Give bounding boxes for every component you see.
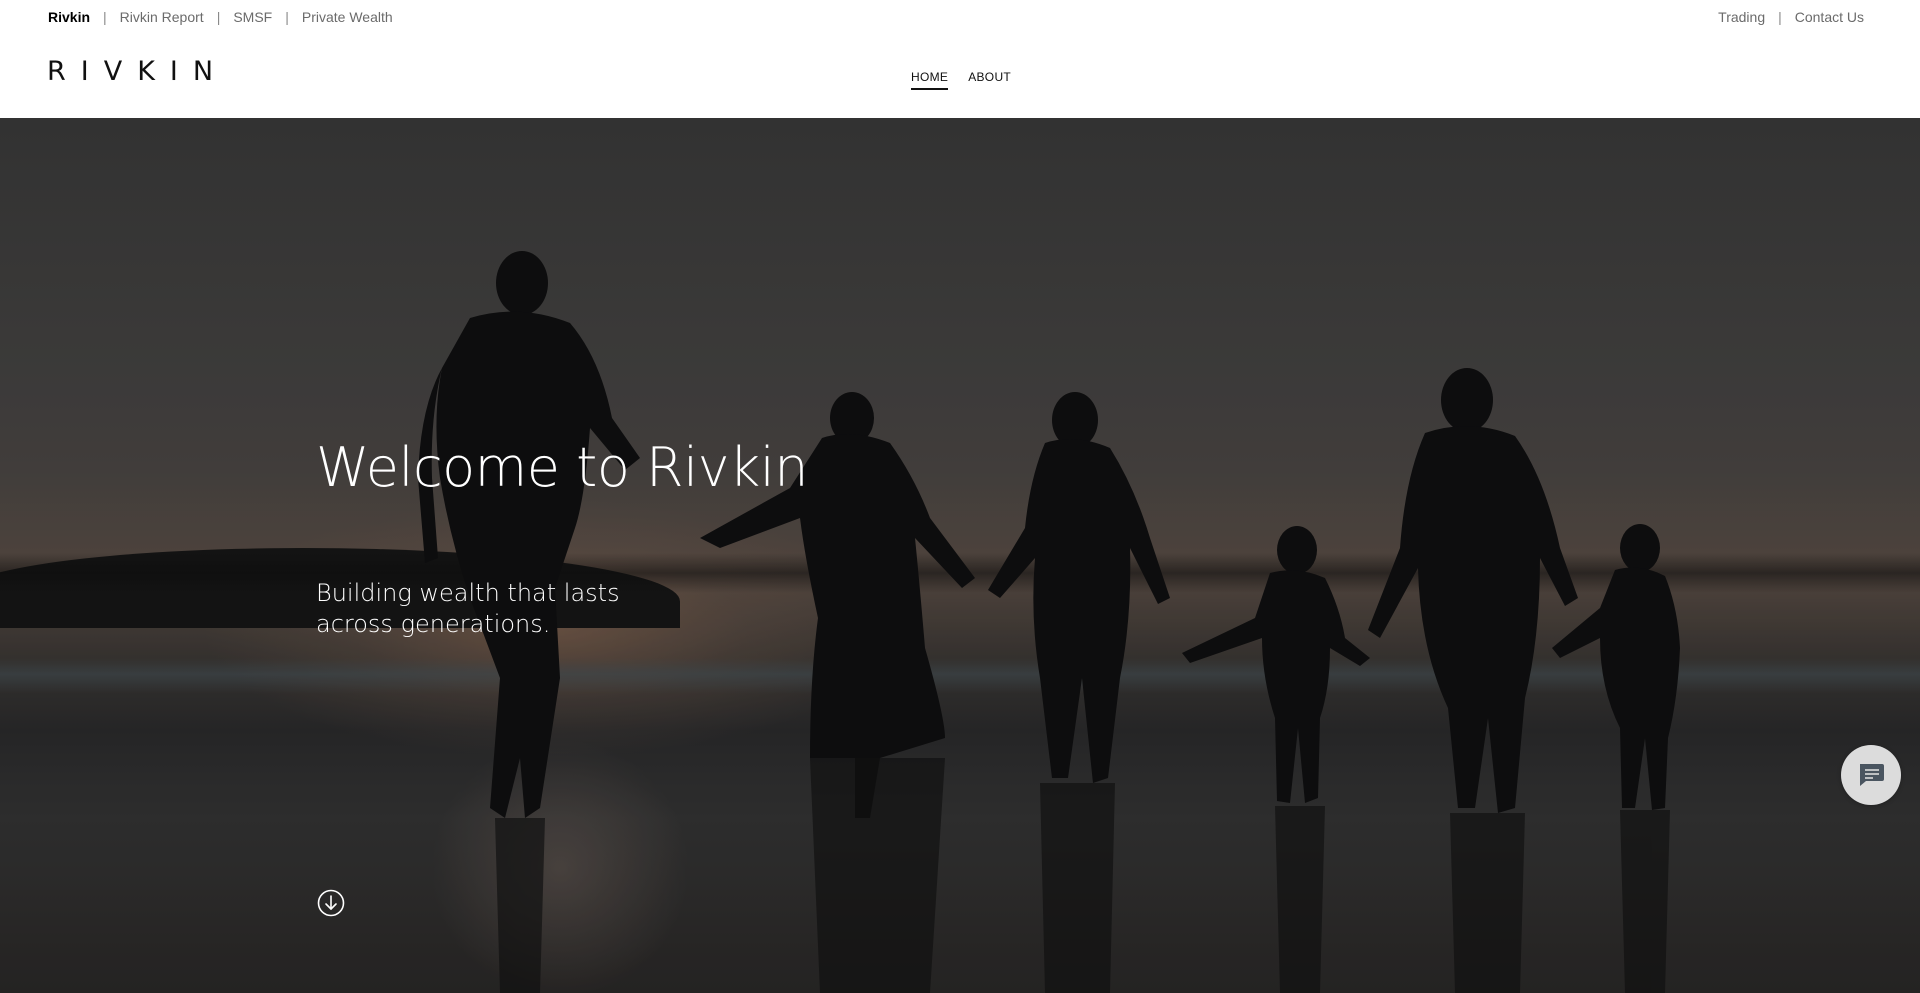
arrow-down-circle-icon bbox=[317, 889, 345, 917]
hero-overlay bbox=[0, 118, 1920, 993]
utility-separator: | bbox=[216, 9, 221, 25]
chat-button[interactable] bbox=[1841, 745, 1901, 805]
utility-link-smsf[interactable]: SMSF bbox=[233, 9, 272, 25]
utility-link-contact-us[interactable]: Contact Us bbox=[1795, 9, 1864, 25]
utility-link-rivkin[interactable]: Rivkin bbox=[48, 9, 90, 25]
site-logo[interactable]: RIVKIN bbox=[47, 58, 228, 85]
utility-right-links: Trading | Contact Us bbox=[1718, 9, 1864, 25]
hero-title: Welcome to Rivkin bbox=[316, 436, 809, 499]
nav-item-home[interactable]: HOME bbox=[911, 70, 949, 90]
utility-link-rivkin-report[interactable]: Rivkin Report bbox=[120, 9, 204, 25]
utility-separator: | bbox=[1778, 9, 1782, 25]
site-header: RIVKIN HOME ABOUT bbox=[0, 34, 1920, 118]
chat-bubble-icon bbox=[1860, 764, 1884, 786]
nav-item-about[interactable]: ABOUT bbox=[968, 70, 1011, 90]
utility-separator: | bbox=[285, 9, 289, 25]
scroll-down-button[interactable] bbox=[317, 889, 345, 917]
main-nav: HOME ABOUT bbox=[911, 70, 1011, 90]
utility-link-private-wealth[interactable]: Private Wealth bbox=[302, 9, 393, 25]
utility-bar: Rivkin | Rivkin Report | SMSF | Private … bbox=[0, 0, 1920, 34]
utility-left-links: Rivkin | Rivkin Report | SMSF | Private … bbox=[48, 9, 393, 25]
utility-link-trading[interactable]: Trading bbox=[1718, 9, 1765, 25]
hero-section: Welcome to Rivkin Building wealth that l… bbox=[0, 118, 1920, 993]
utility-separator: | bbox=[103, 9, 107, 25]
hero-subtitle: Building wealth that lasts across genera… bbox=[316, 579, 620, 638]
